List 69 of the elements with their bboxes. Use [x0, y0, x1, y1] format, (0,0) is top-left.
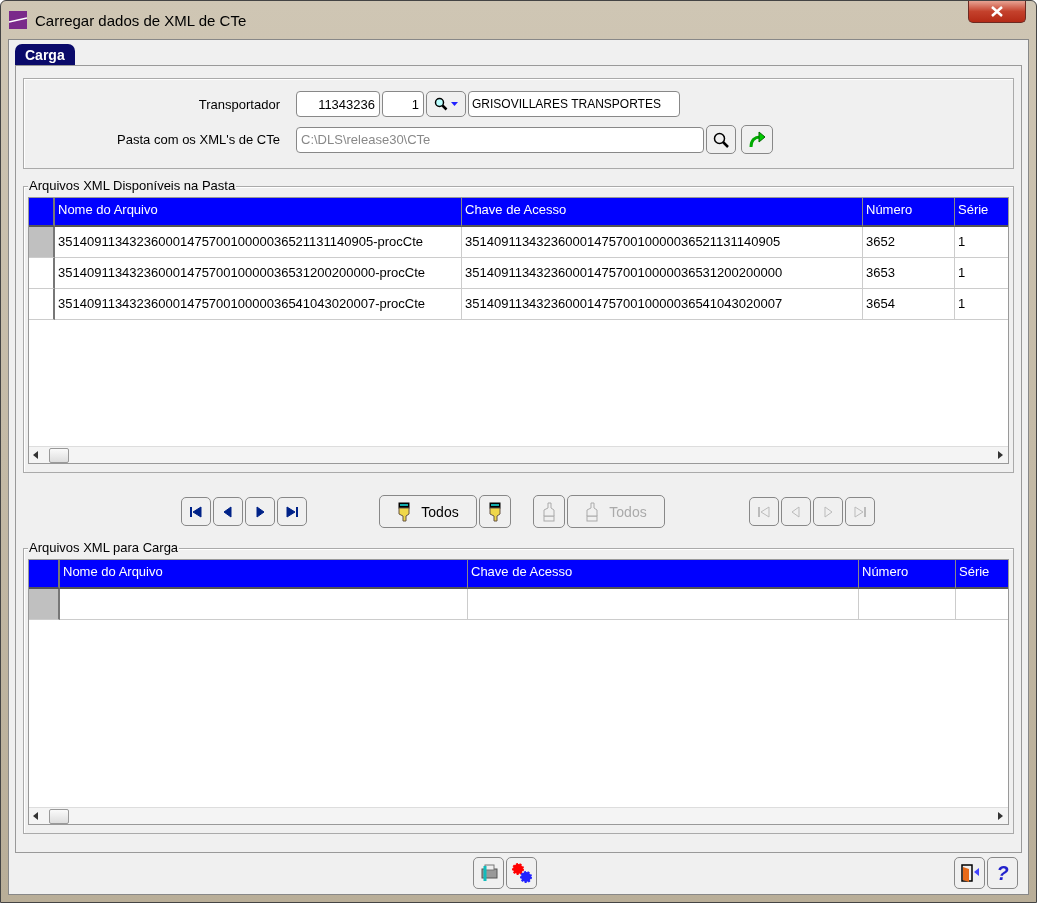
table-cell: 1 [955, 258, 1008, 289]
printer-wrench-icon [478, 863, 499, 883]
group-title: Arquivos XML Disponíveis na Pasta [28, 178, 237, 193]
row-indicator[interactable] [29, 258, 55, 289]
search-icon [434, 97, 448, 111]
skip-icon [284, 503, 300, 520]
column-header[interactable]: Número [863, 198, 955, 227]
table-cell: 35140911343236000147570010000036521131140905-procCte [55, 227, 462, 258]
window-title: Carregar dados de XML de CTe [35, 11, 247, 29]
tab[interactable]: Carga [15, 44, 75, 65]
column-header[interactable]: Nome do Arquivo [55, 198, 462, 227]
toolbar-button[interactable] [954, 857, 985, 889]
navigation-button[interactable] [277, 497, 307, 526]
horizontal-scrollbar[interactable] [29, 807, 1008, 824]
column-header[interactable]: Número [859, 560, 956, 589]
field-label: Pasta com os XML's de CTe [116, 132, 281, 147]
row-indicator[interactable] [29, 589, 60, 620]
scroll-left-icon [33, 451, 39, 459]
scrollbar-thumb[interactable] [49, 447, 69, 463]
caret-icon [451, 102, 458, 106]
navigation-button[interactable] [245, 497, 275, 526]
table-cell: 35140911343236000147570010000036541043020007-procCte [55, 289, 462, 320]
field-label: Transportador [197, 96, 281, 112]
scroll-left-icon [33, 812, 39, 820]
scroll-right-icon [998, 451, 1004, 459]
close-button[interactable] [968, 1, 1026, 23]
branch-field[interactable]: 1 [382, 91, 424, 117]
table-cell: 35140911343236000147570010000036521131140905 [462, 227, 863, 258]
row-indicator[interactable] [29, 289, 55, 320]
skip-icon [188, 503, 204, 520]
table-cell: 3654 [863, 289, 955, 320]
column-header[interactable]: Série [956, 560, 1008, 589]
add-button[interactable] [479, 495, 511, 528]
table-cell: 35140911343236000147570010000036541043020007 [462, 289, 863, 320]
horizontal-scrollbar[interactable] [29, 446, 1008, 463]
table-cell: 3653 [863, 258, 955, 289]
code-field[interactable]: 11343236 [296, 91, 380, 117]
close-icon [991, 6, 1003, 17]
exit-door-icon [958, 862, 981, 884]
search-icon [713, 131, 729, 148]
table-cell: 35140911343236000147570010000036531200200000-procCte [55, 258, 462, 289]
column-header[interactable]: Chave de Acesso [462, 198, 863, 227]
group-title: Arquivos XML para Carga [28, 540, 180, 555]
browse-button[interactable] [706, 125, 736, 154]
table-cell: 35140911343236000147570010000036531200200000 [462, 258, 863, 289]
row-indicator[interactable] [29, 227, 55, 258]
curved-arrow-icon [748, 130, 766, 149]
gears-icon [510, 862, 533, 884]
add-all-button[interactable]: Todos [379, 495, 477, 528]
header-corner [29, 560, 60, 589]
column-header[interactable]: Chave de Acesso [468, 560, 859, 589]
column-header[interactable]: Nome do Arquivo [60, 560, 468, 589]
app-icon [9, 11, 27, 29]
table-cell: 1 [955, 289, 1008, 320]
scroll-right-icon [998, 812, 1004, 820]
skip-icon [756, 503, 772, 520]
scrollbar-thumb[interactable] [49, 808, 69, 824]
refresh-button[interactable] [741, 125, 773, 154]
navigation-button[interactable] [213, 497, 243, 526]
search-dropdown-button[interactable] [426, 91, 466, 117]
carrier-name-field[interactable]: GRISOVILLARES TRANSPORTES [468, 91, 680, 117]
table-cell: 3652 [863, 227, 955, 258]
toolbar-button[interactable] [506, 857, 537, 889]
navigation-button[interactable] [181, 497, 211, 526]
header-corner [29, 198, 55, 227]
column-header[interactable]: Série [955, 198, 1008, 227]
skip-icon [852, 503, 868, 520]
help-button[interactable]: ? [987, 857, 1018, 889]
table-cell: 1 [955, 227, 1008, 258]
